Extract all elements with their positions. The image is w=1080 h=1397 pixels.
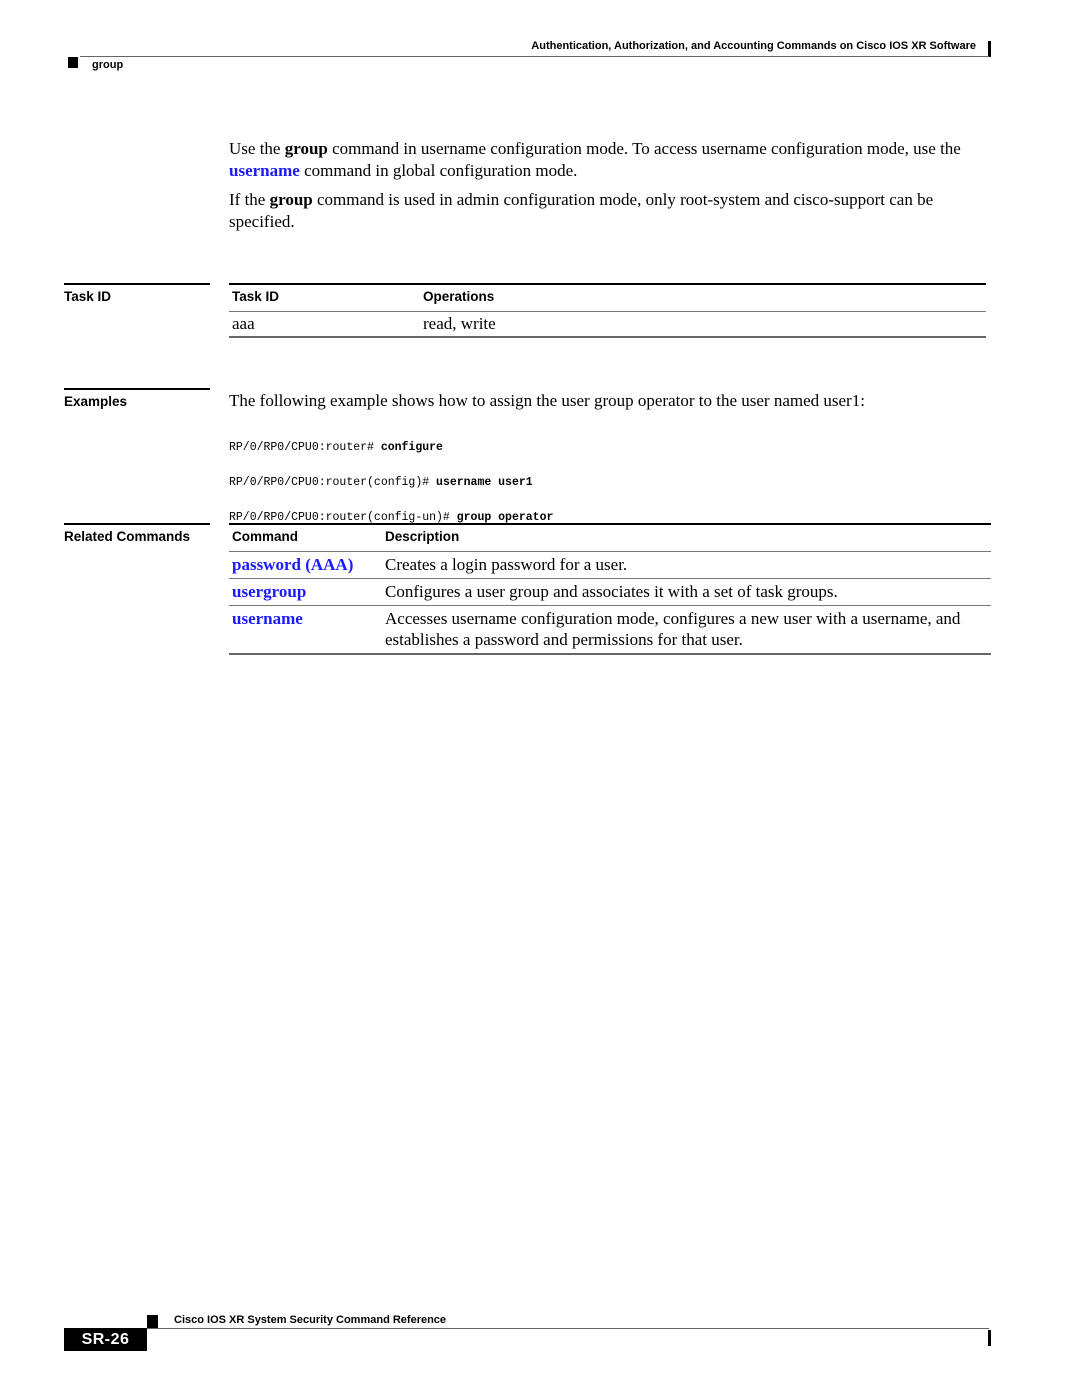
task-id-section-rule	[64, 283, 210, 285]
examples-section-label: Examples	[64, 394, 128, 409]
command-keyword: group	[269, 190, 313, 209]
code-line: RP/0/RP0/CPU0:router# configure	[229, 439, 553, 457]
task-id-cell: aaa	[232, 314, 255, 333]
description-header: Description	[385, 529, 460, 544]
text: command in username configuration mode. …	[327, 139, 961, 158]
command-header: Command	[232, 529, 299, 544]
related-commands-section-label: Related Commands	[64, 529, 191, 544]
related-command-link[interactable]: usergroup	[232, 581, 306, 602]
usage-paragraph-1: Use the group command in username config…	[229, 138, 989, 182]
related-command-description: Accesses username configuration mode, co…	[385, 609, 961, 649]
command-keyword: group	[284, 139, 328, 158]
code-line: RP/0/RP0/CPU0:router(config)# username u…	[229, 474, 553, 492]
footer-marker-square	[147, 1315, 158, 1328]
row-divider	[229, 578, 991, 579]
task-id-table-top-rule	[229, 283, 986, 285]
operations-header: Operations	[423, 289, 495, 304]
usage-paragraph-2: If the group command is used in admin co…	[229, 189, 989, 233]
chapter-title: Authentication, Authorization, and Accou…	[531, 40, 976, 52]
prompt: RP/0/RP0/CPU0:router(config-un)#	[229, 510, 457, 524]
operations-cell: read, write	[423, 314, 496, 333]
related-table-bottom-rule	[229, 653, 991, 655]
related-table-header-rule	[229, 551, 991, 552]
examples-intro: The following example shows how to assig…	[229, 391, 865, 410]
task-id-header: Task ID	[232, 289, 280, 304]
task-id-table-bottom-rule	[229, 336, 986, 338]
related-command-link[interactable]: password (AAA)	[232, 554, 353, 575]
command: group operator	[456, 510, 554, 524]
header-marker-square	[68, 57, 78, 68]
related-command-description: Configures a user group and associates i…	[385, 582, 838, 601]
task-id-table-header-rule	[229, 311, 986, 312]
header-rule	[80, 56, 989, 57]
page-number: SR-26	[64, 1328, 147, 1351]
related-command-link[interactable]: username	[232, 608, 303, 629]
command: configure	[380, 440, 443, 454]
header-command-name: group	[92, 59, 124, 71]
examples-section-rule	[64, 388, 210, 390]
example-code-block: RP/0/RP0/CPU0:router# configure RP/0/RP0…	[229, 421, 553, 544]
text: If the	[229, 190, 270, 209]
footer-rule	[147, 1328, 989, 1329]
prompt: RP/0/RP0/CPU0:router(config)#	[229, 475, 437, 489]
task-id-section-label: Task ID	[64, 289, 112, 304]
row-divider	[229, 605, 991, 606]
username-link[interactable]: username	[229, 161, 300, 180]
command: username user1	[436, 475, 533, 489]
text: command is used in admin configuration m…	[229, 190, 934, 231]
related-table-top-rule	[229, 523, 991, 525]
prompt: RP/0/RP0/CPU0:router#	[229, 440, 381, 454]
related-command-description: Creates a login password for a user.	[385, 555, 628, 574]
header-vertical-bar	[988, 41, 991, 57]
text: Use the	[229, 139, 285, 158]
related-commands-section-rule	[64, 523, 210, 525]
text: command in global configuration mode.	[299, 161, 578, 180]
footer-book-title: Cisco IOS XR System Security Command Ref…	[174, 1314, 447, 1326]
footer-vertical-bar	[988, 1330, 991, 1346]
